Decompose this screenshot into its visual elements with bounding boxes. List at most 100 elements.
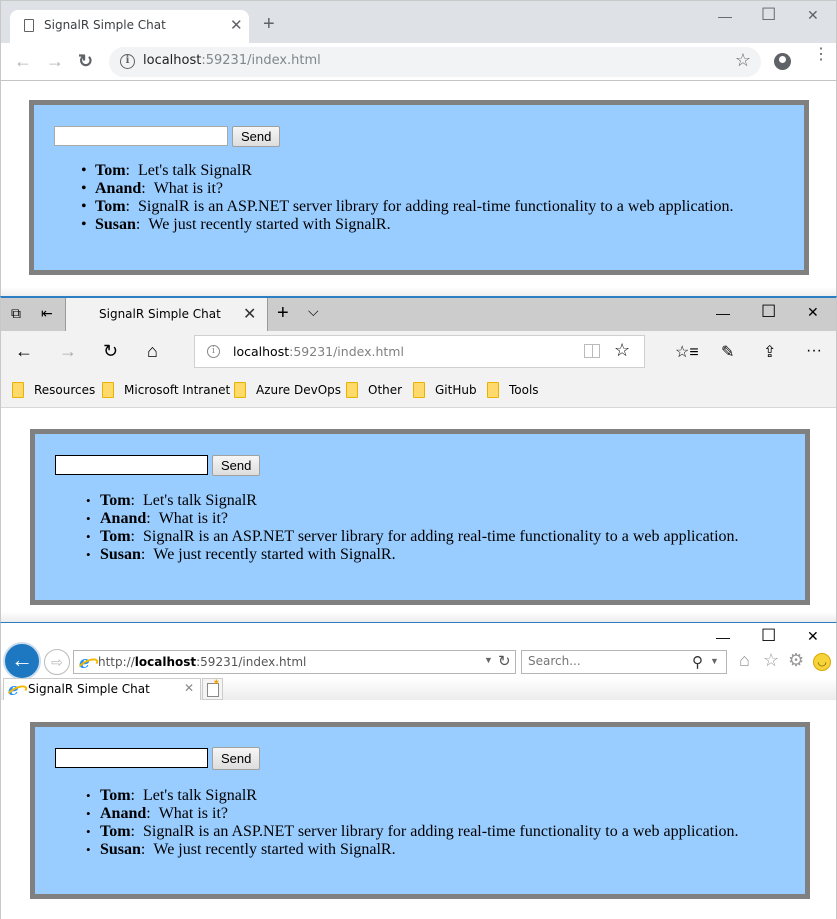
chrome-tab[interactable]: SignalR Simple Chat ✕ (10, 10, 249, 43)
search-input[interactable] (528, 654, 678, 668)
chat-message: Tom:SignalR is an ASP.NET server library… (81, 198, 734, 216)
forward-button[interactable]: → (59, 341, 77, 361)
chevron-down-icon[interactable]: ⌵ (308, 303, 319, 320)
bookmark-star-icon[interactable]: ☆ (735, 50, 751, 71)
favorite-folder[interactable]: Microsoft Intranet (102, 381, 230, 399)
message-author: Tom (100, 823, 131, 840)
message-text: What is it? (158, 510, 229, 527)
favorites-hub-icon[interactable]: ☆≡ (675, 342, 699, 362)
maximize-button[interactable]: ☐ (761, 626, 776, 646)
favorite-folder[interactable]: Azure DevOps (234, 381, 341, 399)
close-window-button[interactable]: ✕ (807, 628, 819, 645)
chrome-window: SignalR Simple Chat ✕ + — ☐ ✕ ← → ↻ i lo… (0, 0, 837, 297)
folder-icon (413, 382, 425, 398)
message-text: SignalR is an ASP.NET server library for… (142, 823, 739, 840)
chrome-address-bar[interactable]: i localhost:59231/index.html ☆ (109, 47, 761, 77)
chat-container: Send Tom:Let's talk SignalRAnand:What is… (30, 429, 810, 605)
back-button[interactable]: ← (15, 341, 33, 361)
message-text: SignalR is an ASP.NET server library for… (137, 198, 734, 215)
edge-tab-title: SignalR Simple Chat (99, 307, 221, 321)
message-text: What is it? (158, 805, 229, 822)
url-text[interactable]: localhost:59231/index.html (143, 53, 321, 68)
chat-message: Susan:We just recently started with Sign… (81, 216, 734, 234)
back-button[interactable]: ← (14, 51, 32, 71)
message-text: We just recently started with SignalR. (153, 546, 396, 563)
message-author: Susan (100, 546, 141, 563)
ie-search-box[interactable]: ⚲ ▼ (521, 650, 727, 674)
chat-message: Tom:SignalR is an ASP.NET server library… (86, 528, 739, 546)
ie-tab-title: SignalR Simple Chat (28, 682, 150, 696)
message-text: We just recently started with SignalR. (153, 841, 396, 858)
reload-button[interactable]: ↻ (78, 51, 93, 71)
favorite-folder[interactable]: Resources (12, 381, 95, 399)
favorite-folder[interactable]: Other (346, 381, 402, 399)
close-window-button[interactable]: ✕ (807, 304, 819, 321)
tab-preview-icon[interactable]: ⧉ (11, 305, 21, 322)
maximize-button[interactable]: ☐ (761, 5, 776, 25)
maximize-button[interactable]: ☐ (761, 302, 776, 322)
feedback-smiley-icon[interactable]: ◡ (813, 653, 831, 671)
url-text[interactable]: localhost:59231/index.html (233, 344, 404, 359)
message-text: SignalR is an ASP.NET server library for… (142, 528, 739, 545)
message-text: Let's talk SignalR (137, 162, 252, 179)
address-dropdown-icon[interactable]: ▼ (484, 655, 493, 665)
edge-toolbar: ← → ↻ ⌂ i localhost:59231/index.html ☆ ☆… (1, 331, 836, 373)
favorite-folder[interactable]: Tools (487, 381, 539, 399)
new-tab-button[interactable]: + (263, 14, 275, 34)
message-input[interactable] (54, 126, 228, 146)
send-button[interactable]: Send (232, 126, 281, 147)
gear-icon[interactable]: ⚙ (788, 650, 804, 671)
chat-message: Tom:Let's talk SignalR (86, 787, 739, 805)
message-input[interactable] (55, 455, 208, 475)
close-tab-icon[interactable]: ✕ (243, 304, 256, 324)
favorite-star-icon[interactable]: ☆ (614, 340, 630, 361)
message-author: Tom (100, 492, 131, 509)
home-icon[interactable]: ⌂ (739, 650, 750, 671)
info-icon[interactable]: i (207, 345, 220, 358)
back-button[interactable]: ← (3, 642, 41, 680)
minimize-button[interactable]: — (716, 305, 730, 321)
send-button[interactable]: Send (212, 747, 261, 770)
share-icon[interactable]: ⇪ (763, 342, 776, 362)
account-icon[interactable] (774, 53, 791, 70)
edge-address-bar[interactable]: i localhost:59231/index.html ☆ (194, 335, 645, 368)
close-tab-icon[interactable]: ✕ (230, 16, 243, 34)
close-tab-icon[interactable]: ✕ (184, 681, 194, 695)
favorite-folder[interactable]: GitHub (413, 381, 477, 399)
search-dropdown-icon[interactable]: ▼ (710, 656, 719, 666)
menu-icon[interactable]: ⋮ (813, 47, 829, 63)
edge-tab[interactable]: SignalR Simple Chat ✕ (66, 298, 267, 331)
ie-tab[interactable]: e SignalR Simple Chat ✕ (3, 678, 201, 700)
forward-button[interactable]: ⇨ (44, 649, 70, 675)
chrome-toolbar: ← → ↻ i localhost:59231/index.html ☆ ⋮ (1, 43, 836, 81)
chrome-tab-title: SignalR Simple Chat (44, 18, 166, 32)
chat-message: Susan:We just recently started with Sign… (86, 841, 739, 859)
info-icon[interactable]: i (120, 54, 135, 69)
refresh-icon[interactable]: ↻ (498, 652, 511, 670)
home-button[interactable]: ⌂ (147, 341, 158, 361)
new-tab-button[interactable] (202, 677, 223, 700)
set-aside-tabs-icon[interactable]: ⇤ (41, 305, 53, 322)
send-button[interactable]: Send (212, 455, 261, 476)
refresh-button[interactable]: ↻ (103, 341, 118, 361)
message-author: Anand (95, 180, 142, 197)
folder-icon (487, 382, 499, 398)
message-list: Tom:Let's talk SignalRAnand:What is it?T… (86, 787, 739, 859)
new-tab-button[interactable]: + (277, 302, 289, 325)
ie-address-bar[interactable]: e http://localhost:59231/index.html ▼ ↻ (73, 650, 516, 674)
ie-page: Send Tom:Let's talk SignalRAnand:What is… (1, 701, 836, 919)
minimize-button[interactable]: — (718, 8, 732, 24)
reading-view-icon[interactable] (584, 344, 600, 358)
forward-button[interactable]: → (46, 51, 64, 71)
chat-message: Anand:What is it? (81, 180, 734, 198)
search-icon[interactable]: ⚲ (692, 653, 703, 671)
url-text[interactable]: http://localhost:59231/index.html (98, 655, 306, 669)
ie-window: — ☐ ✕ ← ⇨ e http://localhost:59231/index… (0, 622, 837, 919)
favorites-star-icon[interactable]: ☆ (763, 650, 779, 671)
message-input[interactable] (55, 748, 208, 768)
chat-message: Tom:Let's talk SignalR (81, 162, 734, 180)
more-icon[interactable]: ··· (806, 342, 822, 360)
close-window-button[interactable]: ✕ (807, 7, 819, 24)
web-note-pen-icon[interactable]: ✎ (721, 342, 734, 362)
minimize-button[interactable]: — (716, 629, 730, 645)
